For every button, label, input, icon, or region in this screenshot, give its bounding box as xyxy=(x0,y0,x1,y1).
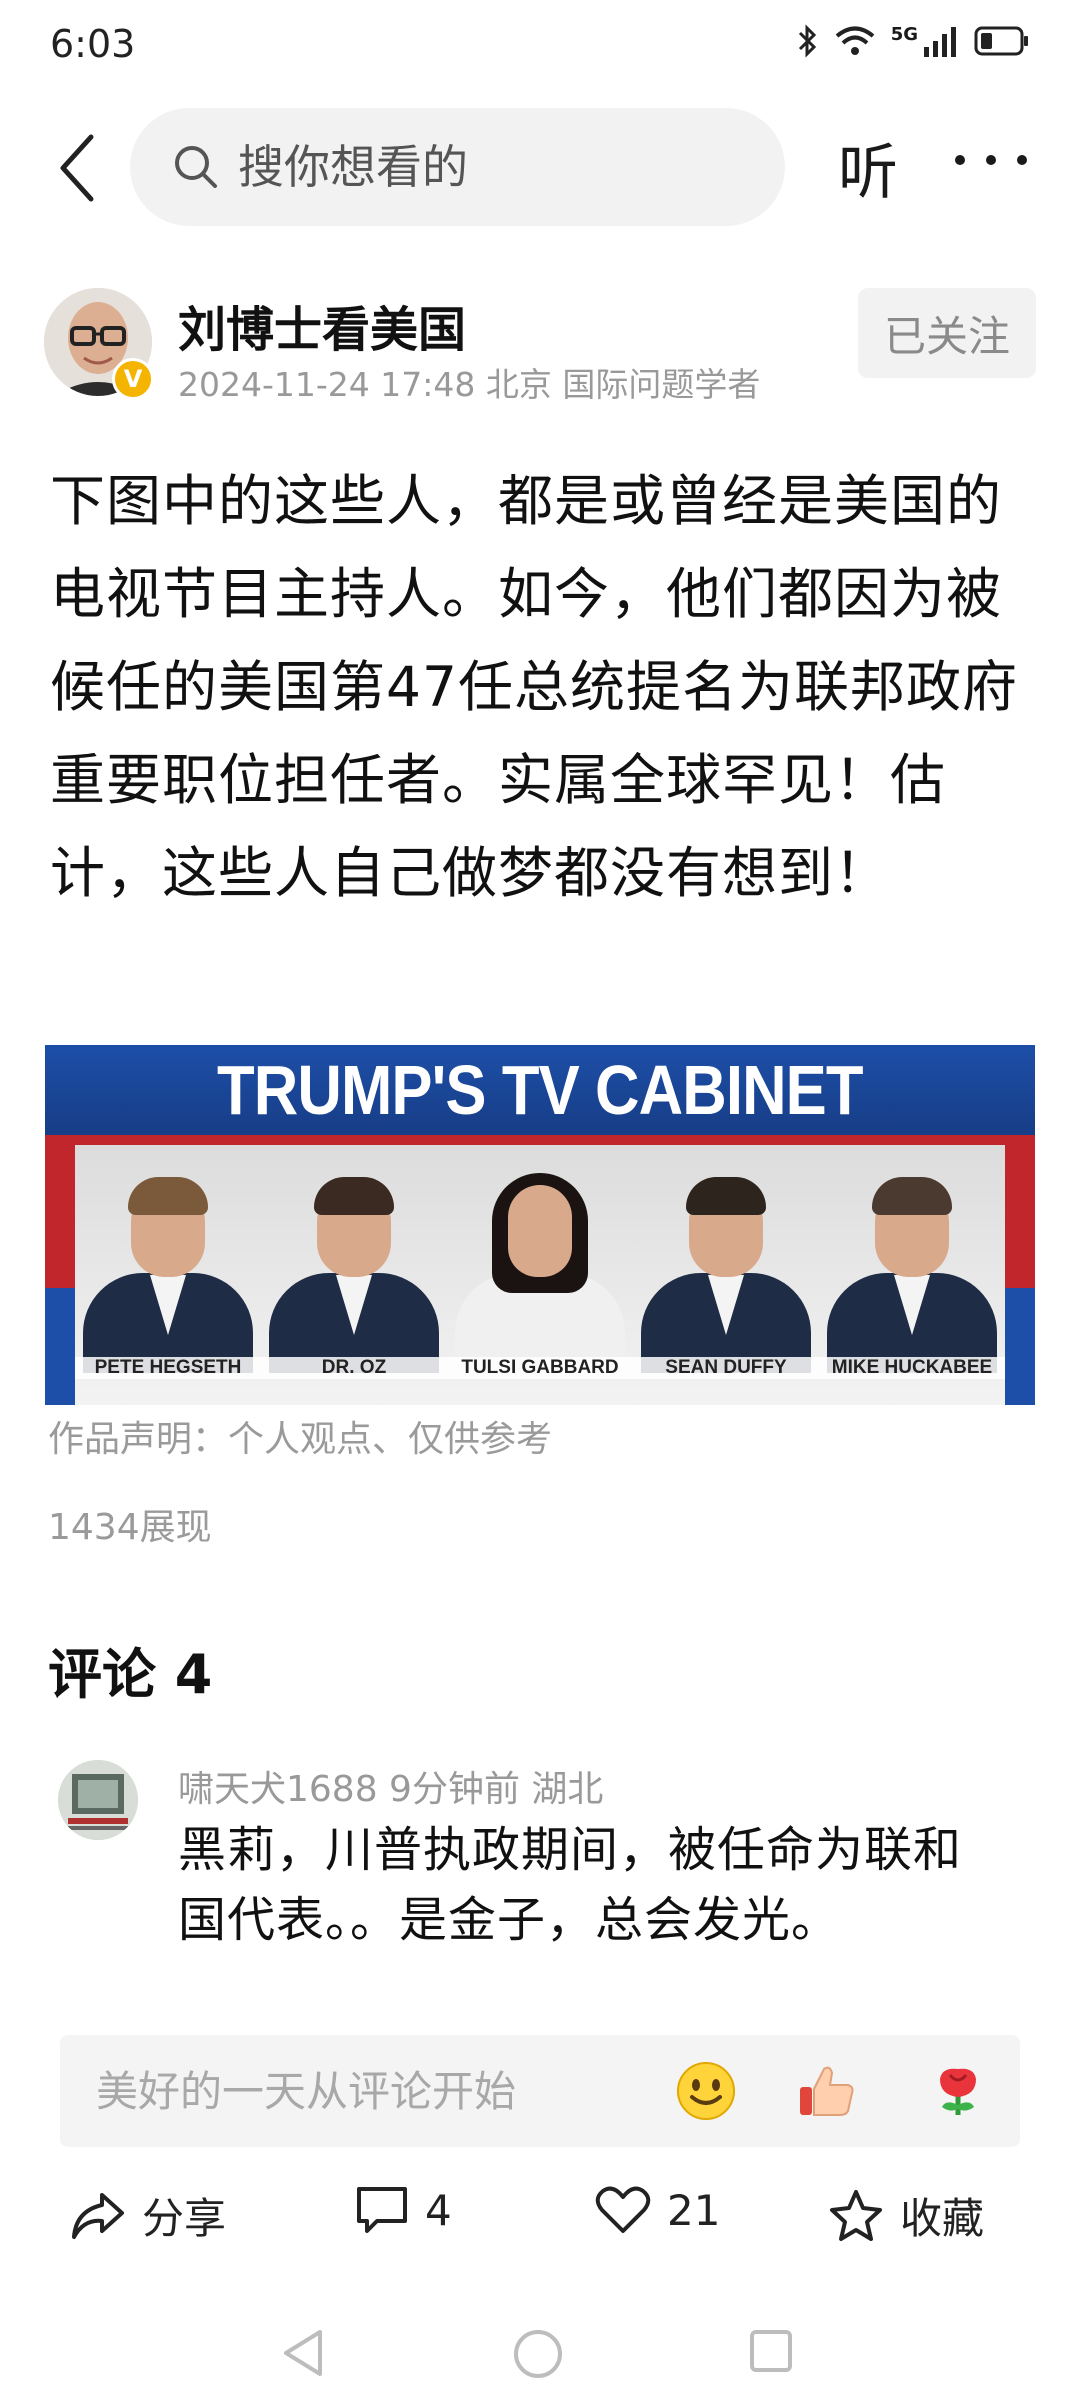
share-icon xyxy=(72,2192,124,2239)
back-button[interactable] xyxy=(42,128,112,208)
like-count: 21 xyxy=(667,2185,721,2235)
more-options-button[interactable] xyxy=(955,140,1027,180)
people-row: PETE HEGSETH DR. OZ TULSI GABBARD SEAN D… xyxy=(75,1145,1005,1405)
home-circle-icon[interactable] xyxy=(512,2328,564,2380)
signal-icon xyxy=(924,27,956,57)
person-name: MIKE HUCKABEE xyxy=(819,1357,1005,1379)
article-image[interactable]: TRUMP'S TV CABINET PETE HEGSETH DR. OZ T… xyxy=(45,1045,1035,1405)
person-portrait: SEAN DUFFY xyxy=(633,1145,819,1405)
content-disclaimer: 作品声明：个人观点、仅供参考 xyxy=(48,1419,553,1460)
dot-icon xyxy=(955,155,965,165)
heart-icon xyxy=(595,2186,651,2233)
favorite-label: 收藏 xyxy=(900,2194,985,2243)
comments-heading: 评论 4 xyxy=(48,1643,213,1706)
article-text: 下图中的这些人，都是或曾经是美国的电视节目主持人。如今，他们都因为被候任的美国第… xyxy=(50,469,1018,905)
banner-stripe xyxy=(45,1135,1035,1145)
verified-badge: V xyxy=(112,358,154,400)
rose-emoji-icon[interactable] xyxy=(922,2055,994,2127)
dot-icon xyxy=(986,155,996,165)
person-portrait: MIKE HUCKABEE xyxy=(819,1145,1005,1405)
commenter-avatar[interactable] xyxy=(58,1760,138,1840)
chevron-left-icon xyxy=(60,134,94,202)
comment-count: 4 xyxy=(425,2185,452,2235)
listen-button[interactable]: 听 xyxy=(838,124,898,211)
comment-meta: 啸天犬1688 9分钟前 湖北 xyxy=(178,1769,604,1810)
smile-emoji-icon[interactable] xyxy=(670,2055,742,2127)
view-count: 1434展现 xyxy=(48,1507,212,1548)
person-portrait: DR. OZ xyxy=(261,1145,447,1405)
system-nav-bar xyxy=(0,2300,1080,2400)
comment-text: 黑莉，川普执政期间，被任命为联和国代表。。是金子，总会发光。 xyxy=(178,1822,963,1948)
recents-square-icon[interactable] xyxy=(748,2328,794,2374)
status-bar: 6:03 5G xyxy=(0,0,1080,90)
search-bar[interactable] xyxy=(130,108,785,226)
thumbs-up-emoji-icon[interactable] xyxy=(790,2055,862,2127)
person-portrait: TULSI GABBARD xyxy=(447,1145,633,1405)
image-banner: TRUMP'S TV CABINET xyxy=(45,1045,1035,1135)
comment-input[interactable] xyxy=(96,2059,696,2123)
person-name: DR. OZ xyxy=(261,1357,447,1379)
battery-icon xyxy=(974,26,1028,56)
dot-icon xyxy=(1017,155,1027,165)
wifi-icon xyxy=(835,26,874,55)
top-nav: 听 xyxy=(0,100,1080,230)
share-button[interactable]: 分享 xyxy=(70,2185,226,2246)
action-bar: 分享 4 21 收藏 xyxy=(0,2165,1080,2265)
person-name: PETE HEGSETH xyxy=(75,1357,261,1379)
favorite-button[interactable]: 收藏 xyxy=(828,2185,984,2246)
status-icons: 5G xyxy=(797,24,1030,58)
network-type-label: 5G xyxy=(890,23,918,45)
person-name: SEAN DUFFY xyxy=(633,1357,819,1379)
commenter-avatar-image xyxy=(58,1760,138,1840)
banner-side-right xyxy=(1005,1145,1035,1405)
post-meta: 2024-11-24 17:48 北京 国际问题学者 xyxy=(178,365,761,404)
person-name: TULSI GABBARD xyxy=(447,1357,633,1379)
image-banner-title: TRUMP'S TV CABINET xyxy=(217,1051,863,1129)
banner-side-left xyxy=(45,1145,75,1405)
share-label: 分享 xyxy=(142,2194,227,2243)
back-triangle-icon[interactable] xyxy=(280,2328,326,2378)
search-icon xyxy=(175,146,217,188)
search-input[interactable] xyxy=(238,140,718,194)
follow-button[interactable]: 已关注 xyxy=(858,288,1036,378)
bluetooth-icon xyxy=(798,24,816,58)
author-name[interactable]: 刘博士看美国 xyxy=(178,290,466,360)
like-button[interactable]: 21 xyxy=(595,2185,720,2235)
comment-count-button[interactable]: 4 xyxy=(355,2185,452,2235)
person-portrait: PETE HEGSETH xyxy=(75,1145,261,1405)
status-time: 6:03 xyxy=(50,22,136,66)
author-row: V 刘博士看美国 2024-11-24 17:48 北京 国际问题学者 已关注 xyxy=(0,280,1080,410)
comment-input-bar xyxy=(60,2035,1020,2147)
star-icon xyxy=(830,2189,882,2241)
comment-icon xyxy=(357,2187,407,2233)
